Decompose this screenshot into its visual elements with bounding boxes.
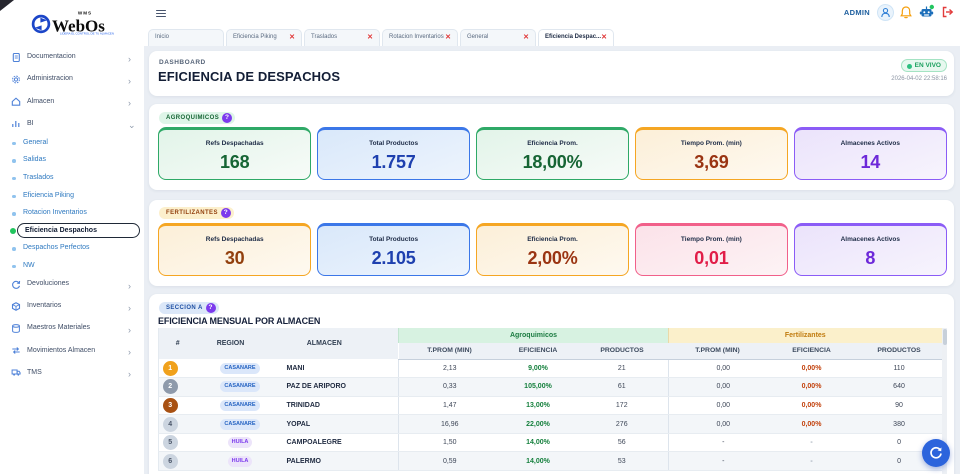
svg-text:WMS: WMS [78, 11, 92, 16]
svg-text:LIDERA EL CONTROL DE TU ALMACE: LIDERA EL CONTROL DE TU ALMACEN [60, 31, 114, 35]
